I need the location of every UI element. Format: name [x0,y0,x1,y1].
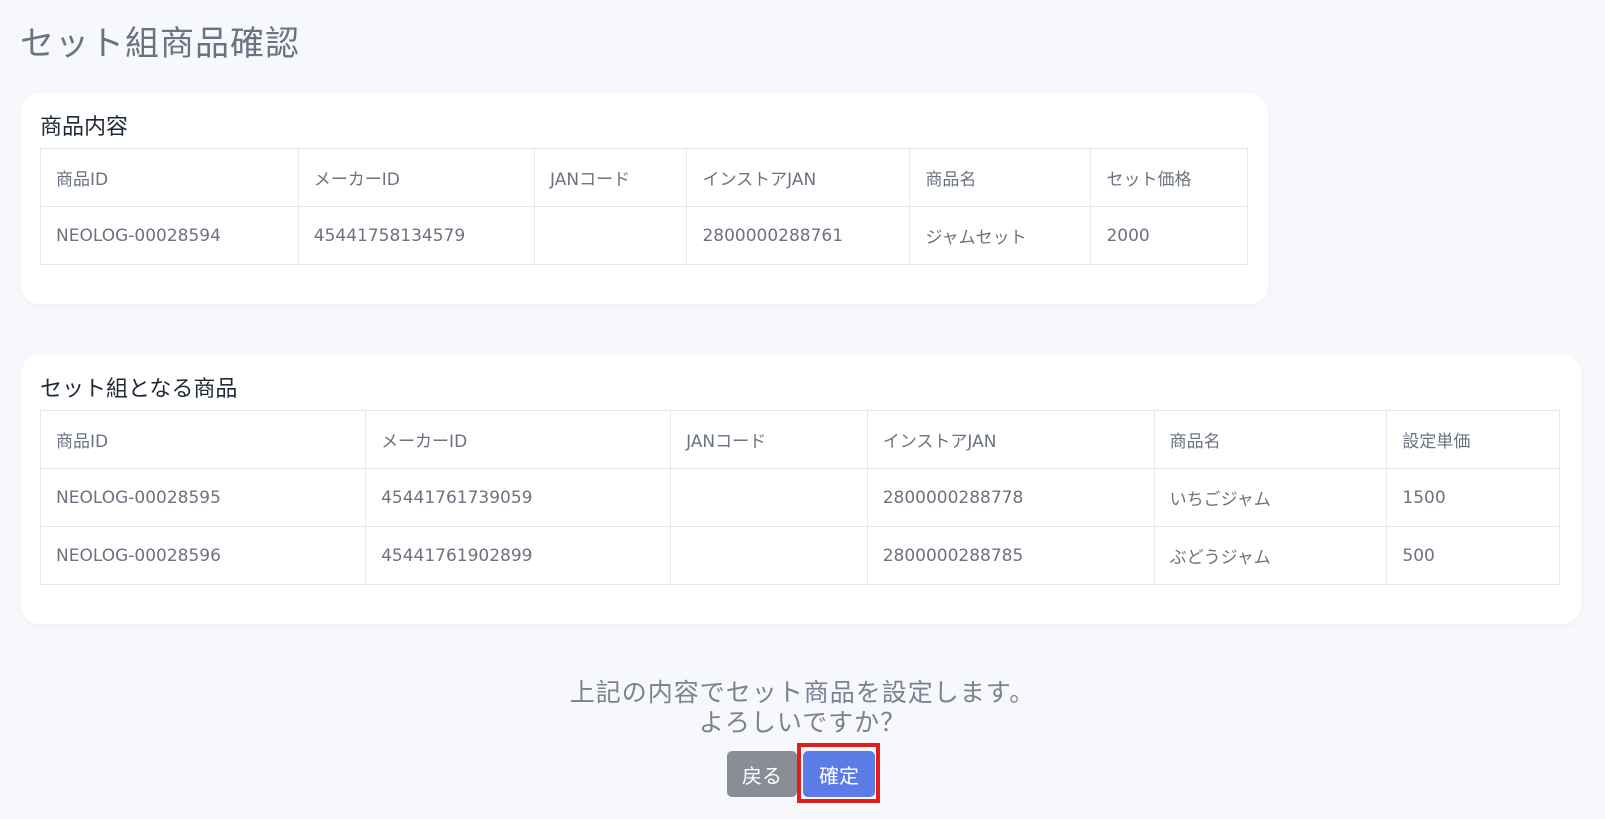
cell-product-name: ジャムセット [909,206,1092,265]
product-content-title: 商品内容 [40,115,129,140]
column-header-jan-code: JANコード [670,410,868,469]
cell-product-id: NEOLOG-00028594 [40,206,299,265]
cell-set-price: 2000 [1090,206,1248,265]
column-header-set-price: セット価格 [1090,148,1248,207]
set-items-title: セット組となる商品 [40,377,238,402]
column-header-product-name: 商品名 [909,148,1092,207]
confirm-button-highlight [797,743,880,803]
column-header-unit-price: 設定単価 [1386,410,1560,469]
cell-jan-code [534,206,688,265]
cell-maker-id: 45441758134579 [297,206,536,265]
cell-instore-jan: 2800000288778 [866,468,1155,527]
cell-unit-price: 1500 [1386,468,1560,527]
confirm-message-line-2: よろしいですか？ [698,708,907,737]
table-row: NEOLOG-00028594 45441758134579 280000028… [40,206,1248,265]
cell-product-name: ぶどうジャム [1153,526,1388,585]
product-content-card: 商品内容 商品ID メーカーID JANコード インストアJAN 商品名 セット… [21,93,1268,304]
back-button[interactable]: 戻る [727,751,797,797]
page-title: セット組商品確認 [20,24,300,64]
cell-jan-code [670,468,868,527]
cell-product-name: いちごジャム [1153,468,1388,527]
cell-product-id: NEOLOG-00028595 [39,468,367,527]
column-header-maker-id: メーカーID [365,410,672,469]
set-product-confirm-page: セット組商品確認 商品内容 商品ID メーカーID JANコード インストアJA… [0,0,1605,819]
column-header-instore-jan: インストアJAN [686,148,911,207]
confirm-message: 上記の内容でセット商品を設定します。 よろしいですか？ [0,678,1605,738]
cell-jan-code [670,526,868,585]
column-header-product-id: 商品ID [39,410,367,469]
confirm-message-line-1: 上記の内容でセット商品を設定します。 [569,678,1036,707]
table-header-row: 商品ID メーカーID JANコード インストアJAN 商品名 セット価格 [40,148,1248,207]
column-header-product-id: 商品ID [40,148,299,207]
cell-maker-id: 45441761902899 [365,526,672,585]
cell-unit-price: 500 [1386,526,1560,585]
table-header-row: 商品ID メーカーID JANコード インストアJAN 商品名 設定単価 [39,410,1560,469]
product-content-table: 商品ID メーカーID JANコード インストアJAN 商品名 セット価格 NE… [40,148,1248,265]
column-header-jan-code: JANコード [534,148,688,207]
cell-instore-jan: 2800000288785 [866,526,1155,585]
set-items-table: 商品ID メーカーID JANコード インストアJAN 商品名 設定単価 NEO… [39,410,1560,585]
table-row: NEOLOG-00028596 45441761902899 280000028… [39,526,1560,585]
cell-product-id: NEOLOG-00028596 [39,526,367,585]
column-header-product-name: 商品名 [1153,410,1388,469]
set-items-card: セット組となる商品 商品ID メーカーID JANコード インストアJAN 商品… [21,355,1581,624]
column-header-maker-id: メーカーID [297,148,536,207]
column-header-instore-jan: インストアJAN [866,410,1155,469]
cell-instore-jan: 2800000288761 [686,206,911,265]
cell-maker-id: 45441761739059 [365,468,672,527]
table-row: NEOLOG-00028595 45441761739059 280000028… [39,468,1560,527]
